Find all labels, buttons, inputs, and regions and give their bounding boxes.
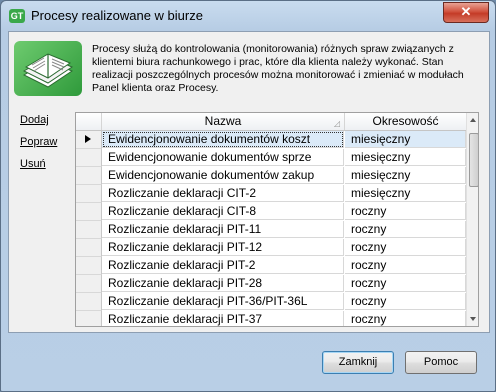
table-row[interactable]: Rozliczanie deklaracji PIT-11 roczny [76, 221, 466, 239]
cell-process-name[interactable]: Rozliczanie deklaracji PIT-12 [102, 239, 344, 256]
cell-period[interactable]: miesięczny [345, 149, 466, 166]
cell-process-name[interactable]: Ewidencjonowanie dokumentów zakup [102, 167, 344, 184]
sort-indicator-icon: ◿ [333, 119, 340, 128]
cell-period[interactable]: roczny [345, 257, 466, 274]
row-indicator[interactable] [76, 167, 102, 185]
close-button[interactable]: Zamknij [322, 351, 394, 374]
close-window-button[interactable]: ✕ [443, 2, 489, 23]
cell-process-name[interactable]: Rozliczanie deklaracji PIT-2 [102, 257, 344, 274]
dialog-window: GT Procesy realizowane w biurze ✕ Proces… [0, 0, 496, 392]
cell-period[interactable]: roczny [345, 203, 466, 220]
row-indicator[interactable] [76, 185, 102, 203]
table-row[interactable]: Ewidencjonowanie dokumentów zakup miesięc… [76, 167, 466, 185]
cell-period[interactable]: miesięczny [345, 167, 466, 184]
app-icon: GT [9, 9, 25, 23]
table-row[interactable]: Rozliczanie deklaracji PIT-28 roczny [76, 275, 466, 293]
table-row[interactable]: Rozliczanie deklaracji PIT-36/PIT-36L roc… [76, 293, 466, 311]
processes-table[interactable]: Nazwa ◿ Okresowość Ewidencjonowanie doku… [75, 112, 479, 327]
table-row[interactable]: Rozliczanie deklaracji PIT-37 roczny [76, 311, 466, 326]
cell-process-name[interactable]: Ewidencjonowanie dokumentów koszt [102, 131, 344, 148]
cell-process-name[interactable]: Rozliczanie deklaracji PIT-28 [102, 275, 344, 292]
table-row[interactable]: Rozliczanie deklaracji CIT-2 miesięczny [76, 185, 466, 203]
column-header-name[interactable]: Nazwa ◿ [102, 113, 345, 130]
edit-link[interactable]: Popraw [20, 136, 57, 148]
cell-process-name[interactable]: Rozliczanie deklaracji PIT-37 [102, 311, 344, 326]
table-row[interactable]: Rozliczanie deklaracji PIT-2 roczny [76, 257, 466, 275]
row-indicator[interactable] [76, 311, 102, 326]
cell-process-name[interactable]: Rozliczanie deklaracji PIT-11 [102, 221, 344, 238]
table-row[interactable]: Rozliczanie deklaracji CIT-8 roczny [76, 203, 466, 221]
row-indicator[interactable] [76, 275, 102, 293]
column-header-name-label: Nazwa [204, 114, 242, 128]
row-indicator[interactable] [76, 293, 102, 311]
row-indicator[interactable] [76, 221, 102, 239]
vertical-scrollbar[interactable] [466, 113, 478, 326]
scroll-thumb[interactable] [469, 133, 478, 187]
delete-link[interactable]: Usuń [20, 158, 46, 170]
scroll-up-icon[interactable] [470, 118, 476, 122]
table-row[interactable]: Ewidencjonowanie dokumentów sprze miesięc… [76, 149, 466, 167]
cell-process-name[interactable]: Rozliczanie deklaracji CIT-2 [102, 185, 344, 202]
cell-process-name[interactable]: Ewidencjonowanie dokumentów sprze [102, 149, 344, 166]
cell-period[interactable]: roczny [345, 221, 466, 238]
table-row[interactable]: Ewidencjonowanie dokumentów koszt miesięc… [76, 131, 466, 149]
processes-book-icon [14, 41, 82, 96]
window-title: Procesy realizowane w biurze [31, 8, 203, 23]
row-indicator[interactable] [76, 131, 102, 149]
cell-process-name[interactable]: Rozliczanie deklaracji CIT-8 [102, 203, 344, 220]
title-bar[interactable]: GT Procesy realizowane w biurze ✕ [1, 1, 495, 31]
row-indicator[interactable] [76, 203, 102, 221]
row-indicator[interactable] [76, 149, 102, 167]
cell-period[interactable]: miesięczny [345, 131, 466, 148]
row-indicator[interactable] [76, 257, 102, 275]
table-header: Nazwa ◿ Okresowość [76, 113, 478, 131]
column-header-period[interactable]: Okresowość [345, 113, 467, 130]
cell-period[interactable]: roczny [345, 293, 466, 310]
scroll-down-icon[interactable] [470, 317, 476, 321]
cell-period[interactable]: roczny [345, 275, 466, 292]
row-indicator-header [76, 113, 102, 130]
cell-period[interactable]: miesięczny [345, 185, 466, 202]
row-indicator[interactable] [76, 239, 102, 257]
cell-period[interactable]: roczny [345, 239, 466, 256]
current-row-arrow-icon [85, 135, 91, 143]
dialog-body: Procesy służą do kontrolowania (monitoro… [8, 31, 490, 333]
cell-period[interactable]: roczny [345, 311, 466, 326]
table-row[interactable]: Rozliczanie deklaracji PIT-12 roczny [76, 239, 466, 257]
info-description: Procesy służą do kontrolowania (monitoro… [92, 43, 464, 94]
cell-process-name[interactable]: Rozliczanie deklaracji PIT-36/PIT-36L [102, 293, 344, 310]
help-button[interactable]: Pomoc [405, 351, 477, 374]
add-link[interactable]: Dodaj [20, 114, 49, 126]
